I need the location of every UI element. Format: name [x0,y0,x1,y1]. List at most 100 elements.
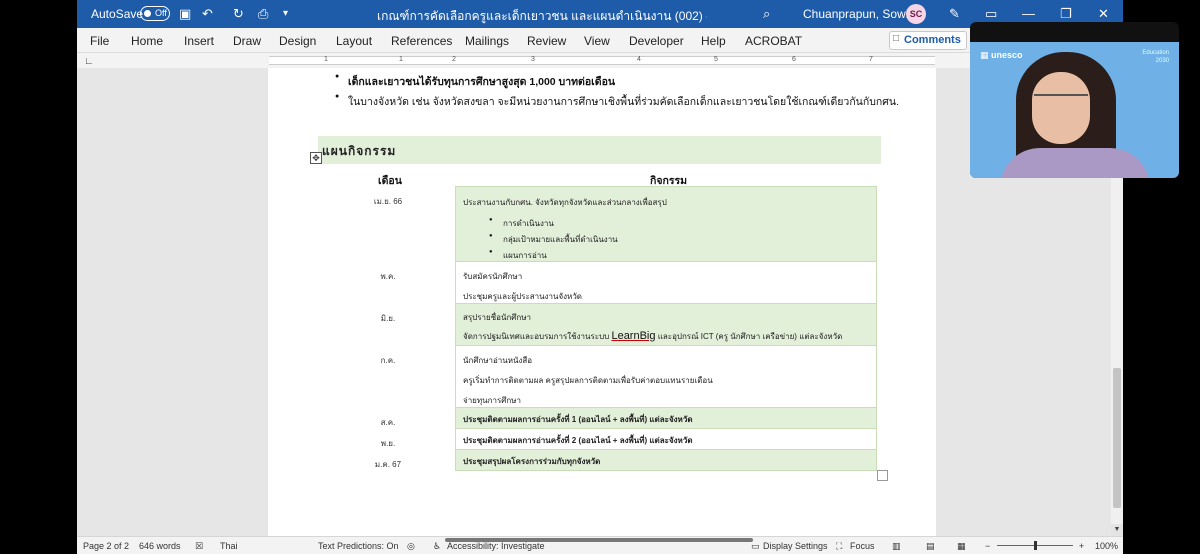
horizontal-ruler[interactable]: 1 1 2 3 4 5 6 7 [269,56,935,65]
document-page[interactable]: เด็กและเยาวชนได้รับทุนการศึกษาสูงสุด 1,0… [268,68,936,536]
table-month: พ.ค. [380,272,396,281]
table-row[interactable]: รับสมัครนักศึกษา ประชุมครูและผู้ประสานงา… [455,262,877,304]
badge-line: Education [1142,50,1169,56]
language[interactable]: Thai [220,541,238,551]
activity-text: จัดการปฐมนิเทศและอบรมการใช้งานระบบ [463,332,612,341]
activity-subitem: กลุ่มเป้าหมายและพื้นที่ดำเนินงาน [489,233,618,246]
comments-button[interactable]: Comments [889,31,967,50]
section-heading-band: แผนกิจกรรม [318,136,881,164]
table-resize-handle[interactable] [877,470,888,481]
accessibility-status[interactable]: Accessibility: Investigate [447,541,545,551]
accessibility-icon[interactable]: ♿ [433,541,441,552]
activity-line: ครูเริ่มทำการติดตามผล ครูสรุปผลการติดตาม… [463,376,713,385]
activity-line: ประชุมติดตามผลการอ่านครั้งที่ 2 (ออนไลน์… [463,436,693,445]
ruler-number: 1 [324,56,328,63]
autosave-label: AutoSave [91,7,144,21]
text-predictions[interactable]: Text Predictions: On [318,541,399,551]
zoom-slider-knob[interactable] [1034,541,1037,550]
ruler-number: 2 [452,56,456,63]
tab-insert[interactable]: Insert [184,34,214,48]
word-window: AutoSave Off ▣ ↶ ↻ ⎙ ▾ เกณฑ์การคัดเลือกค… [77,0,1123,554]
user-name: Chuanprapun, Sowirin [803,7,922,21]
column-header-month: เดือน [378,175,402,187]
avatar[interactable]: SC [906,4,926,24]
ruler-number: 5 [714,56,718,63]
ruler-row: ∟ 1 1 2 3 4 5 6 7 [77,53,1123,68]
tab-home[interactable]: Home [131,34,163,48]
tab-draw[interactable]: Draw [233,34,261,48]
proofing-icon[interactable]: ☒ [195,541,203,552]
tab-acrobat[interactable]: ACROBAT [745,34,802,48]
pen-icon[interactable]: ✎ [949,6,960,22]
redo-icon[interactable]: ↻ [233,6,244,22]
unesco-logo: unesco [980,50,1023,61]
minimize-icon[interactable]: — [1022,6,1035,21]
save-icon[interactable]: ▣ [179,6,191,22]
tab-file[interactable]: File [90,34,109,48]
focus-mode[interactable]: Focus [850,541,875,551]
table-row[interactable]: ประชุมติดตามผลการอ่านครั้งที่ 1 (ออนไลน์… [455,408,877,429]
tab-selector-icon[interactable]: ∟ [84,56,94,67]
badge-line: 2030 [1155,58,1169,64]
ruler-number: 3 [531,56,535,63]
scroll-down-icon[interactable]: ▼ [1111,524,1123,536]
participant-face [1032,72,1090,144]
table-row[interactable]: นักศึกษาอ่านหนังสือ ครูเริ่มทำการติดตามผ… [455,346,877,408]
tab-design[interactable]: Design [279,34,316,48]
close-icon[interactable]: ✕ [1098,6,1109,22]
undo-icon[interactable]: ↶ [202,6,213,22]
tab-help[interactable]: Help [701,34,726,48]
tab-developer[interactable]: Developer [629,34,684,48]
table-row[interactable]: ประชุมสรุปผลโครงการร่วมกับทุกจังหวัด [455,450,877,471]
activity-line-ict: จัดการปฐมนิเทศและอบรมการใช้งานระบบ Learn… [463,330,842,343]
customize-toolbar-icon[interactable]: ▾ [283,8,288,19]
tab-view[interactable]: View [584,34,610,48]
table-row[interactable]: ประสานงานกับกศน. จังหวัดทุกจังหวัดและส่ว… [455,187,877,262]
table-row[interactable]: ประชุมติดตามผลการอ่านครั้งที่ 2 (ออนไลน์… [455,429,877,450]
video-call-tile[interactable]: unesco Education 2030 [970,22,1179,178]
display-settings[interactable]: Display Settings [763,541,828,551]
ruler-number: 7 [869,56,873,63]
tab-layout[interactable]: Layout [336,34,372,48]
print-layout-icon[interactable]: ▤ [926,541,935,552]
document-title[interactable]: เกณฑ์การคัดเลือกครูและเด็กเยาวชน และแผนด… [377,7,707,26]
activity-line: ประชุมครูและผู้ประสานงานจังหวัด [463,292,583,301]
activity-line: สรุปรายชื่อนักศึกษา [463,313,531,322]
tab-mailings[interactable]: Mailings [465,34,509,48]
word-count[interactable]: 646 words [139,541,181,551]
zoom-in-button[interactable]: + [1079,541,1084,551]
focus-icon[interactable]: ⛶ [836,541,842,552]
track-changes-icon[interactable]: ◎ [407,541,415,552]
status-bar: Page 2 of 2 646 words ☒ Thai Text Predic… [77,536,1123,554]
zoom-level[interactable]: 100% [1095,541,1118,551]
activity-line: นักศึกษาอ่านหนังสือ [463,356,533,365]
activity-line: ประชุมสรุปผลโครงการร่วมกับทุกจังหวัด [463,457,601,466]
tab-references[interactable]: References [391,34,452,48]
ribbon-tabs: File Home Insert Draw Design Layout Refe… [77,28,1123,53]
table-month: ม.ค. 67 [374,460,402,469]
print-icon[interactable]: ⎙ [258,6,268,22]
participant-glasses [1034,94,1088,106]
web-layout-icon[interactable]: ▦ [957,541,966,552]
activity-line: ประสานงานกับกศน. จังหวัดทุกจังหวัดและส่ว… [463,198,667,207]
table-month: พ.ย. [380,439,396,448]
search-icon[interactable]: ⌕ [763,6,770,22]
zoom-out-button[interactable]: − [985,541,990,551]
activity-line: ประชุมติดตามผลการอ่านครั้งที่ 1 (ออนไลน์… [463,415,693,424]
scrollbar-thumb[interactable] [1113,368,1121,508]
page-count[interactable]: Page 2 of 2 [83,541,129,551]
learnbig-link[interactable]: LearnBig [611,330,655,342]
table-move-handle-icon[interactable]: ✥ [310,152,322,164]
read-mode-icon[interactable]: ▥ [892,541,901,552]
display-settings-icon[interactable]: ▭ [751,541,760,552]
tab-review[interactable]: Review [527,34,566,48]
autosave-toggle[interactable]: Off [140,6,170,21]
activity-text: และอุปกรณ์ ICT (ครู นักศึกษา เครือข่าย) … [655,332,843,341]
table-row[interactable]: สรุปรายชื่อนักศึกษา จัดการปฐมนิเทศและอบร… [455,304,877,346]
section-heading: แผนกิจกรรม [322,144,397,158]
ruler-number: 6 [792,56,796,63]
ribbon-display-icon[interactable]: ▭ [985,6,997,22]
ruler-number: 1 [399,56,403,63]
document-area[interactable]: เด็กและเยาวชนได้รับทุนการศึกษาสูงสุด 1,0… [77,68,1111,536]
restore-icon[interactable]: ❐ [1060,6,1072,22]
